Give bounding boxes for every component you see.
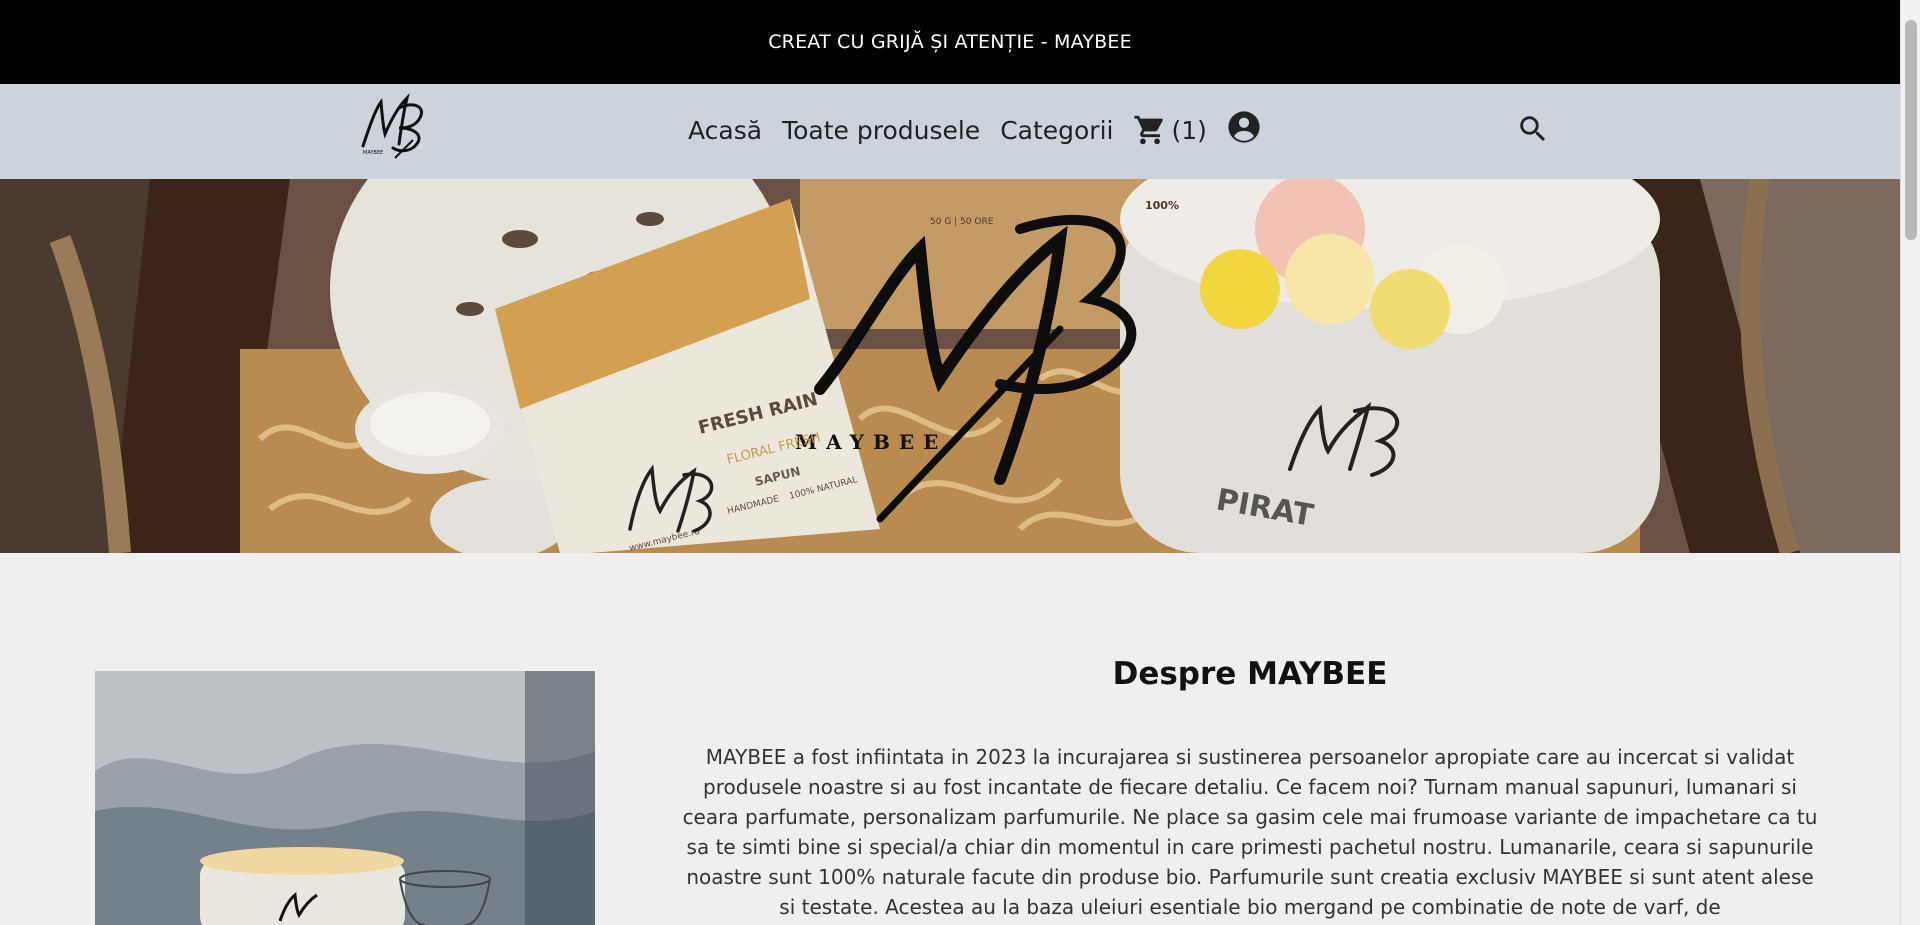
account-button[interactable] [1227,110,1261,150]
scrollbar-thumb[interactable] [1905,20,1917,240]
page-scrollbar[interactable] [1900,0,1920,925]
main-navbar: MAYBEE Acasă Toate produsele Categorii (… [0,84,1900,179]
cart-count: (1) [1171,115,1207,145]
nav-home-link[interactable]: Acasă [688,116,762,145]
account-circle-icon [1228,111,1260,143]
search-icon [1520,116,1546,142]
about-image [95,671,595,925]
announcement-text: CREAT CU GRIJĂ ȘI ATENȚIE - MAYBEE [768,31,1132,53]
box-label-percent: 100% [1145,199,1179,212]
announcement-bar: CREAT CU GRIJĂ ȘI ATENȚIE - MAYBEE [0,0,1900,84]
hero-image: MAYBEE FRESH RAIN FLORAL FRESH SAPUN HAN… [0,179,1900,553]
nav-categories-link[interactable]: Categorii [1000,116,1113,145]
nav-all-products-link[interactable]: Toate produsele [782,116,980,145]
about-title: Despre MAYBEE [1112,656,1388,692]
shopping-cart-icon [1134,115,1164,145]
nav-links: Acasă Toate produsele Categorii (1) [688,110,1261,150]
site-logo[interactable]: MAYBEE [355,88,433,168]
hero-banner: MAYBEE FRESH RAIN FLORAL FRESH SAPUN HAN… [0,179,1900,553]
svg-text:MAYBEE: MAYBEE [363,150,383,156]
box-label-weight: 50 G | 50 ORE [930,217,994,227]
cart-button[interactable]: (1) [1133,113,1207,147]
about-text: MAYBEE a fost infiintata in 2023 la incu… [682,745,1818,919]
search-button[interactable] [1516,112,1550,146]
